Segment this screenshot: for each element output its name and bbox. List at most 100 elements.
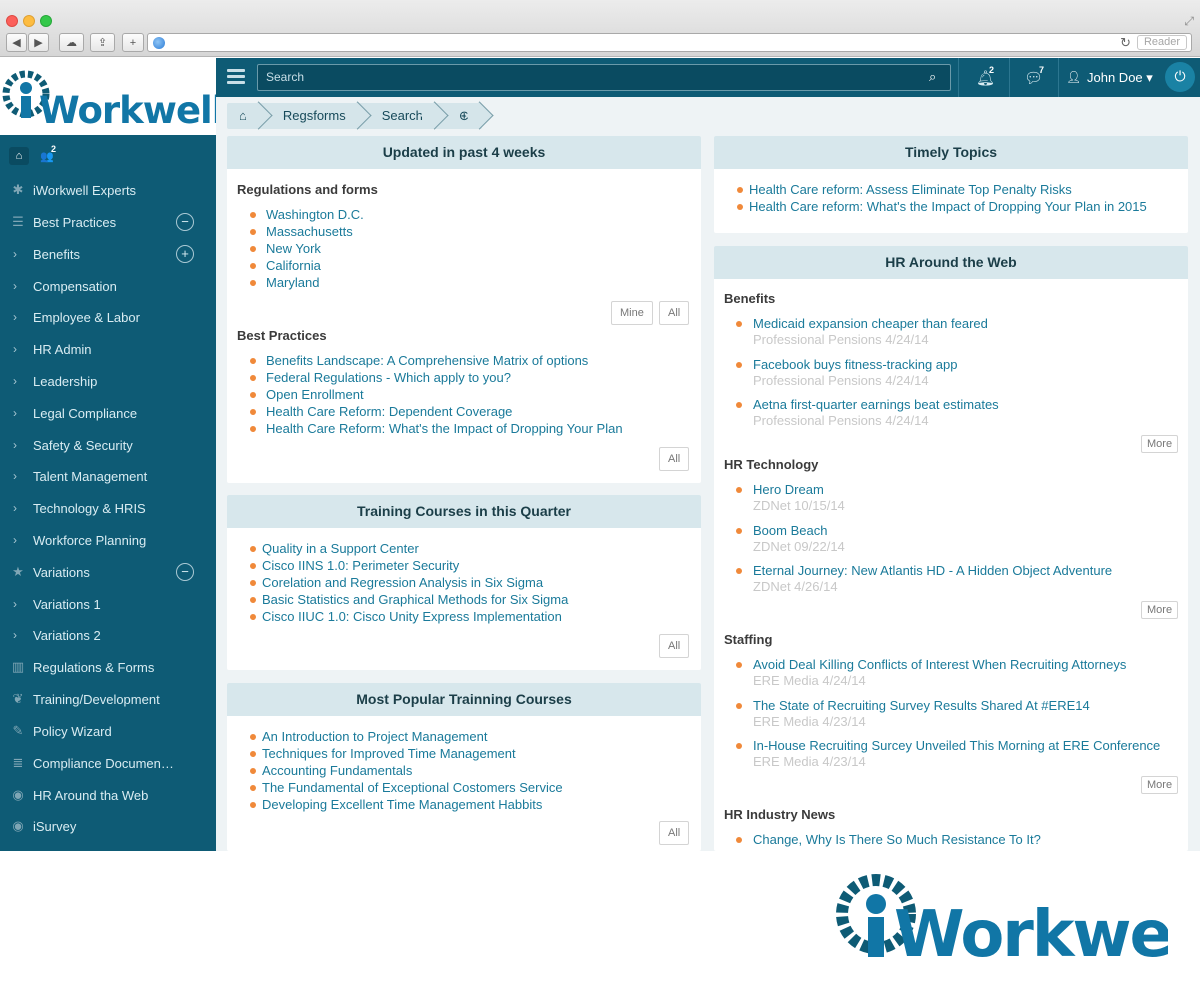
sidebar-item[interactable]: › Variations 2 — [0, 619, 216, 651]
topic-link[interactable]: Health Care reform: Assess Eliminate Top… — [737, 181, 1147, 198]
hr-around-web-panel: HR Around the Web Benefits Medicaid expan… — [714, 246, 1188, 851]
more-button[interactable]: More — [1141, 601, 1179, 619]
news-link[interactable]: Boom Beach — [753, 522, 1112, 539]
sidebar-item[interactable]: ★ Variations − — [0, 556, 216, 588]
regulation-link[interactable]: Maryland — [250, 274, 364, 291]
course-link[interactable]: Accounting Fundamentals — [250, 762, 563, 779]
popular-panel: Most Popular Trainning Courses An Introd… — [227, 683, 701, 851]
all-button[interactable]: All — [659, 301, 690, 325]
topic-link[interactable]: Health Care reform: What's the Impact of… — [737, 198, 1147, 215]
sidebar-item[interactable]: ✎ Policy Wizard — [0, 715, 216, 747]
course-link[interactable]: The Fundamental of Exceptional Costomers… — [250, 779, 563, 796]
best-practice-link[interactable]: Health Care Reform: What's the Impact of… — [250, 420, 623, 437]
news-link[interactable]: Eternal Journey: New Atlantis HD - A Hid… — [753, 562, 1112, 579]
forward-button[interactable]: ▶ — [28, 33, 49, 52]
logout-button[interactable]: ⏻ — [1165, 62, 1195, 92]
cloud-button[interactable]: ☁ — [59, 33, 84, 52]
footer-logo: Workwell — [834, 866, 1200, 972]
menu-toggle-button[interactable] — [227, 69, 245, 85]
regulation-link[interactable]: California — [250, 257, 364, 274]
sidebar-item[interactable]: › Leadership — [0, 365, 216, 397]
sidebar-item[interactable]: › Talent Management — [0, 460, 216, 492]
sidebar-item[interactable]: › Compensation — [0, 270, 216, 302]
news-link[interactable]: In-House Recruiting Surcey Unveiled This… — [753, 737, 1160, 754]
reload-icon[interactable]: ↻ — [1120, 35, 1131, 51]
best-practice-link[interactable]: Health Care Reform: Dependent Coverage — [250, 403, 623, 420]
sidebar-item[interactable]: › Legal Compliance — [0, 397, 216, 429]
iworkwell-logo-large: Workwell — [836, 874, 1200, 972]
sidebar-item[interactable]: ◉ HR Around tha Web — [0, 779, 216, 811]
news-link[interactable]: Avoid Deal Killing Conflicts of Interest… — [753, 656, 1160, 673]
breadcrumb-home[interactable]: ⌂ — [227, 103, 261, 129]
regulation-link[interactable]: Massachusetts — [250, 223, 364, 240]
iworkwell-logo: Workwell — [2, 70, 224, 132]
best-practice-link[interactable]: Benefits Landscape: A Comprehensive Matr… — [250, 352, 623, 369]
user-menu[interactable]: John Doe ▾ — [1087, 70, 1153, 86]
breadcrumb-item[interactable]: Regsforms — [261, 103, 360, 129]
sidebar-item[interactable]: ≣ Compliance Documen… — [0, 747, 216, 779]
zoom-window-button[interactable] — [40, 15, 52, 27]
regulation-link[interactable]: Washington D.C. — [250, 206, 364, 223]
news-link[interactable]: Facebook buys fitness-tracking app — [753, 356, 999, 373]
mine-button[interactable]: Mine — [611, 301, 653, 325]
server-icon: ≣ — [12, 755, 24, 770]
globe-icon — [153, 37, 165, 49]
more-button[interactable]: More — [1141, 776, 1179, 794]
training-link[interactable]: Corelation and Regression Analysis in Si… — [250, 574, 568, 591]
all-button[interactable]: All — [659, 634, 690, 658]
course-link[interactable]: Techniques for Improved Time Management — [250, 745, 563, 762]
chevron-right-icon: › — [13, 533, 17, 547]
breadcrumb-item[interactable]: Search — [360, 103, 437, 129]
sidebar-item[interactable]: › Workforce Planning — [0, 524, 216, 556]
sidebar-item[interactable]: ☰ Best Practices − — [0, 206, 216, 238]
sidebar-item[interactable]: › Variations 1 — [0, 588, 216, 620]
more-button[interactable]: More — [1141, 435, 1179, 453]
news-list: Hero Dream ZDNet 10/15/14 Boom Beach ZDNet … — [736, 481, 1112, 603]
address-bar[interactable]: ↻ Reader — [147, 33, 1192, 52]
all-button[interactable]: All — [659, 447, 690, 471]
best-practice-link[interactable]: Federal Regulations - Which apply to you… — [250, 369, 623, 386]
sidebar-item[interactable]: › HR Admin — [0, 333, 216, 365]
training-link[interactable]: Cisco IINS 1.0: Perimeter Security — [250, 557, 568, 574]
news-link[interactable]: Aetna first-quarter earnings beat estima… — [753, 396, 999, 413]
edit-icon: ✎ — [12, 723, 24, 738]
sidebar-item[interactable]: ▥ Regulations & Forms — [0, 651, 216, 683]
share-button[interactable]: ⇪ — [90, 33, 115, 52]
search-icon[interactable]: ⌕ — [929, 69, 936, 85]
training-link[interactable]: Quality in a Support Center — [250, 540, 568, 557]
news-link[interactable]: Hero Dream — [753, 481, 1112, 498]
search-input[interactable]: Search — [257, 64, 951, 91]
regulation-link[interactable]: New York — [250, 240, 364, 257]
sidebar-item[interactable]: › Technology & HRIS — [0, 492, 216, 524]
sidebar-item[interactable]: › Safety & Security — [0, 429, 216, 461]
new-tab-button[interactable]: + — [122, 33, 144, 52]
training-link[interactable]: Basic Statistics and Graphical Methods f… — [250, 591, 568, 608]
training-link[interactable]: Cisco IIUC 1.0: Cisco Unity Express Impl… — [250, 608, 568, 625]
back-button[interactable]: ◀ — [6, 33, 27, 52]
users-badge: 2 — [51, 144, 57, 154]
collapse-icon[interactable]: − — [176, 563, 194, 581]
course-link[interactable]: An Introduction to Project Management — [250, 728, 563, 745]
sidebar-item[interactable]: › Benefits + — [0, 238, 216, 270]
news-link[interactable]: The State of Recruiting Survey Results S… — [753, 697, 1160, 714]
minimize-window-button[interactable] — [23, 15, 35, 27]
sidebar-item[interactable]: › Employee & Labor — [0, 301, 216, 333]
reader-button[interactable]: Reader — [1137, 35, 1187, 50]
best-practice-link[interactable]: Open Enrollment — [250, 386, 623, 403]
close-window-button[interactable] — [6, 15, 18, 27]
sidebar-item[interactable]: ❦ Training/Development — [0, 683, 216, 715]
news-link[interactable]: Change, Why Is There So Much Resistance … — [753, 831, 1041, 848]
all-button[interactable]: All — [659, 821, 690, 845]
sidebar-item[interactable]: ◉ iSurvey — [0, 810, 216, 842]
logo[interactable]: Workwell — [0, 58, 224, 135]
course-link[interactable]: Developing Excellent Time Management Hab… — [250, 796, 563, 813]
expand-icon[interactable]: + — [176, 245, 194, 263]
chevron-right-icon: › — [13, 406, 17, 420]
home-quick-button[interactable]: ⌂ — [9, 147, 29, 165]
sidebar-item[interactable]: ✱ iWorkwell Experts — [0, 174, 216, 206]
news-link[interactable]: Medicaid expansion cheaper than feared — [753, 315, 999, 332]
news-meta: ZDNet 10/15/14 — [753, 498, 845, 513]
fullscreen-icon[interactable]: ⤢ — [1184, 14, 1194, 29]
sidebar-item-label: iSurvey — [33, 818, 77, 834]
collapse-icon[interactable]: − — [176, 213, 194, 231]
